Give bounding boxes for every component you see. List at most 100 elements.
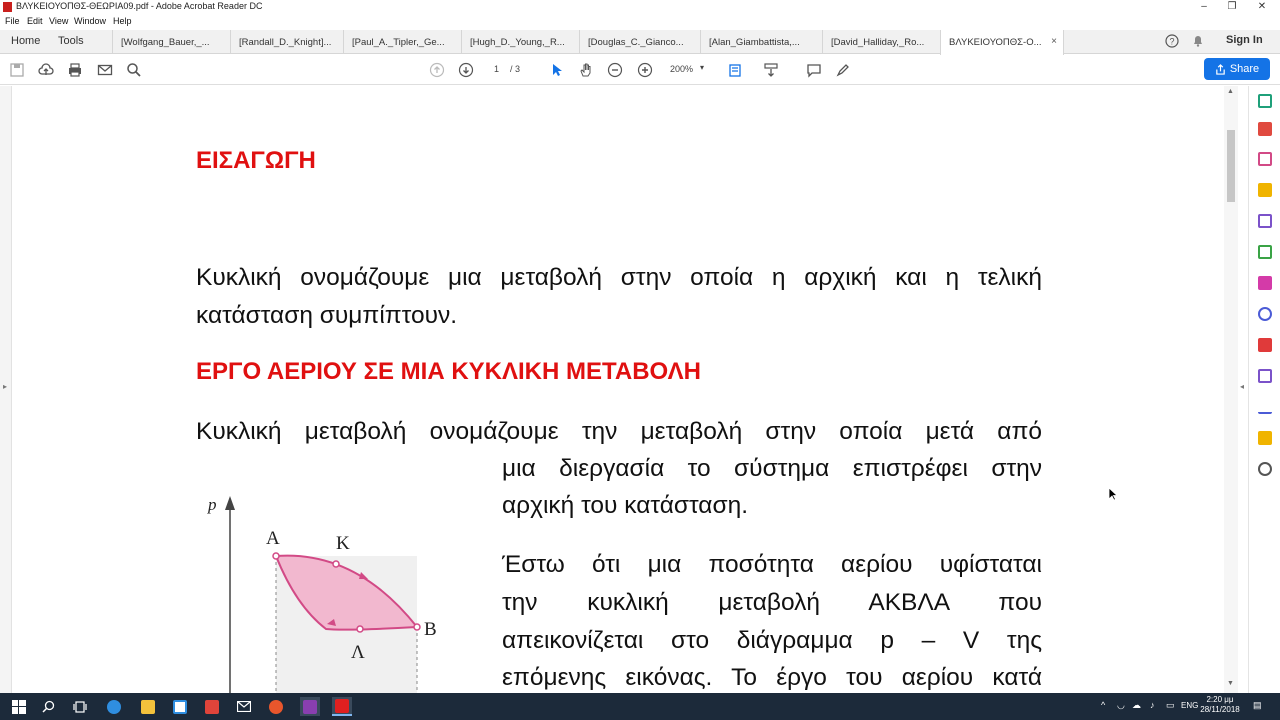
combine-files-icon[interactable] <box>1258 214 1272 228</box>
tab-label: [Douglas_C._Gianco... <box>588 37 684 48</box>
paragraph-line: επόμενης εικόνας. Το έργο του αερίου κατ… <box>502 664 1042 691</box>
share-button[interactable]: Share <box>1204 58 1270 80</box>
scrollbar-thumb[interactable] <box>1227 130 1235 202</box>
prepare-form-icon[interactable] <box>1258 431 1272 445</box>
minimize-button[interactable]: – <box>1192 0 1216 14</box>
language-indicator[interactable]: ENG <box>1181 701 1198 710</box>
save-icon[interactable] <box>8 61 26 79</box>
comment-tool-icon[interactable] <box>1258 183 1272 197</box>
file-explorer-icon[interactable] <box>138 697 158 716</box>
share-icon <box>1216 63 1225 75</box>
create-pdf-icon[interactable] <box>1258 122 1272 136</box>
tab-document[interactable]: [David_Halliday,_Ro... <box>822 30 940 54</box>
tab-home[interactable]: Home <box>11 35 40 47</box>
window-title: ΒΛΥΚΕΙΟΥΟΠΘΣ-ΘΕΩΡΙΑ09.pdf - Adobe Acroba… <box>16 1 263 11</box>
left-panel-toggle[interactable]: ▸ <box>0 86 12 693</box>
zoom-in-icon[interactable] <box>636 61 654 79</box>
onedrive-icon[interactable]: ☁ <box>1132 700 1141 711</box>
svg-text:?: ? <box>1169 37 1174 47</box>
tab-document[interactable]: [Randall_D._Knight]... <box>230 30 343 54</box>
tab-document[interactable]: [Douglas_C._Gianco... <box>579 30 700 54</box>
search-icon[interactable] <box>125 61 143 79</box>
clock-time: 2:20 μμ <box>1206 695 1234 704</box>
next-page-icon[interactable] <box>457 61 475 79</box>
paragraph-line: αρχική του κατάσταση. <box>502 492 749 519</box>
clock[interactable]: 2:20 μμ 28/11/2018 <box>1200 695 1240 715</box>
export-pdf-icon[interactable] <box>1258 94 1272 108</box>
search-icon[interactable] <box>38 697 58 716</box>
store-icon[interactable] <box>170 697 190 716</box>
email-icon[interactable] <box>96 61 114 79</box>
point-k <box>332 560 340 568</box>
upload-cloud-icon[interactable] <box>37 61 55 79</box>
more-tools-icon[interactable] <box>1258 462 1272 476</box>
highlight-pen-icon[interactable] <box>834 61 852 79</box>
tab-document[interactable]: [Paul_A._Tipler,_Ge... <box>343 30 461 54</box>
tab-document[interactable]: [Wolfgang_Bauer,_... <box>112 30 230 54</box>
edge-browser-icon[interactable] <box>104 697 124 716</box>
hand-tool-icon[interactable] <box>577 61 595 79</box>
scroll-up-icon[interactable]: ▲ <box>1227 88 1234 95</box>
menu-view[interactable]: View <box>49 16 68 26</box>
acrobat-taskbar-icon[interactable] <box>332 697 352 716</box>
page-fit-icon[interactable] <box>726 61 744 79</box>
mail-icon[interactable] <box>234 697 254 716</box>
previous-page-icon[interactable] <box>428 61 446 79</box>
toolbar: 1 / 3 200% ▾ <box>0 55 1280 85</box>
scroll-mode-icon[interactable] <box>762 61 780 79</box>
tab-label: [David_Halliday,_Ro... <box>831 37 925 48</box>
tab-active-document[interactable]: ΒΛΥΚΕΙΟΥΟΠΘΣ-Ο... × <box>940 30 1064 55</box>
display-icon[interactable]: ▭ <box>1166 700 1175 711</box>
menu-edit[interactable]: Edit <box>27 16 43 26</box>
acrobat-pdf-icon[interactable] <box>1258 338 1272 352</box>
point-l <box>356 625 364 633</box>
fill-sign-icon[interactable] <box>1258 276 1272 290</box>
vertical-scrollbar[interactable]: ▲ ▼ <box>1224 86 1238 693</box>
comment-icon[interactable] <box>805 61 823 79</box>
mouse-cursor-icon <box>1108 487 1119 506</box>
onenote-icon[interactable] <box>300 697 320 716</box>
gift-app-icon[interactable] <box>202 697 222 716</box>
tab-label: ΒΛΥΚΕΙΟΥΟΠΘΣ-Ο... <box>949 37 1042 48</box>
label-a: A <box>266 528 280 549</box>
network-icon[interactable]: ◡ <box>1117 700 1125 711</box>
zoom-level-select[interactable]: 200% ▾ <box>664 62 710 78</box>
label-b: B <box>424 619 437 640</box>
tab-label: [Hugh_D._Young,_R... <box>470 37 565 48</box>
tray-overflow-icon[interactable]: ^ <box>1101 700 1105 710</box>
help-icon[interactable]: ? <box>1164 34 1180 50</box>
protect-icon[interactable] <box>1258 307 1272 321</box>
tab-document[interactable]: [Hugh_D._Young,_R... <box>461 30 579 54</box>
menu-help[interactable]: Help <box>113 16 132 26</box>
send-for-signature-icon[interactable] <box>1258 369 1272 383</box>
sign-in-button[interactable]: Sign In <box>1226 34 1263 46</box>
volume-icon[interactable]: ♪ <box>1150 700 1155 710</box>
restore-button[interactable]: ❐ <box>1220 0 1244 14</box>
menu-file[interactable]: File <box>5 16 20 26</box>
share-label: Share <box>1229 63 1260 75</box>
page-number-box[interactable]: 1 / 3 <box>484 62 528 78</box>
scroll-down-icon[interactable]: ▼ <box>1227 680 1234 687</box>
close-window-button[interactable]: ✕ <box>1250 0 1274 14</box>
zoom-out-icon[interactable] <box>606 61 624 79</box>
tab-document[interactable]: [Alan_Giambattista,... <box>700 30 822 54</box>
menu-window[interactable]: Window <box>74 16 106 26</box>
certificates-icon[interactable] <box>1258 400 1272 414</box>
heading-cyclic-work: ΕΡΓΟ ΑΕΡΙΟΥ ΣΕ ΜΙΑ ΚΥΚΛΙΚΗ ΜΕΤΑΒΟΛΗ <box>196 358 701 385</box>
tab-tools[interactable]: Tools <box>58 35 84 47</box>
notifications-bell-icon[interactable] <box>1190 34 1206 50</box>
page-number-input[interactable]: 1 <box>494 64 499 74</box>
select-cursor-icon[interactable] <box>548 61 566 79</box>
right-panel-collapse-icon[interactable]: ◂ <box>1240 382 1244 391</box>
edit-pdf-icon[interactable] <box>1258 152 1272 166</box>
document-viewer[interactable]: ΕΙΣΑΓΩΓΗ Κυκλική ονομάζουμε μια μεταβολή… <box>0 86 1247 693</box>
print-icon[interactable] <box>66 61 84 79</box>
task-view-icon[interactable] <box>70 697 90 716</box>
windows-start-icon[interactable] <box>9 697 29 716</box>
paint-app-icon[interactable] <box>266 697 286 716</box>
tab-label: [Wolfgang_Bauer,_... <box>121 37 210 48</box>
tab-close-button[interactable]: × <box>1051 36 1057 47</box>
paragraph-line: Έστω ότι μια ποσότητα αερίου υφίσταται <box>502 551 1042 578</box>
organize-pages-icon[interactable] <box>1258 245 1272 259</box>
action-center-icon[interactable]: ▤ <box>1253 700 1262 711</box>
